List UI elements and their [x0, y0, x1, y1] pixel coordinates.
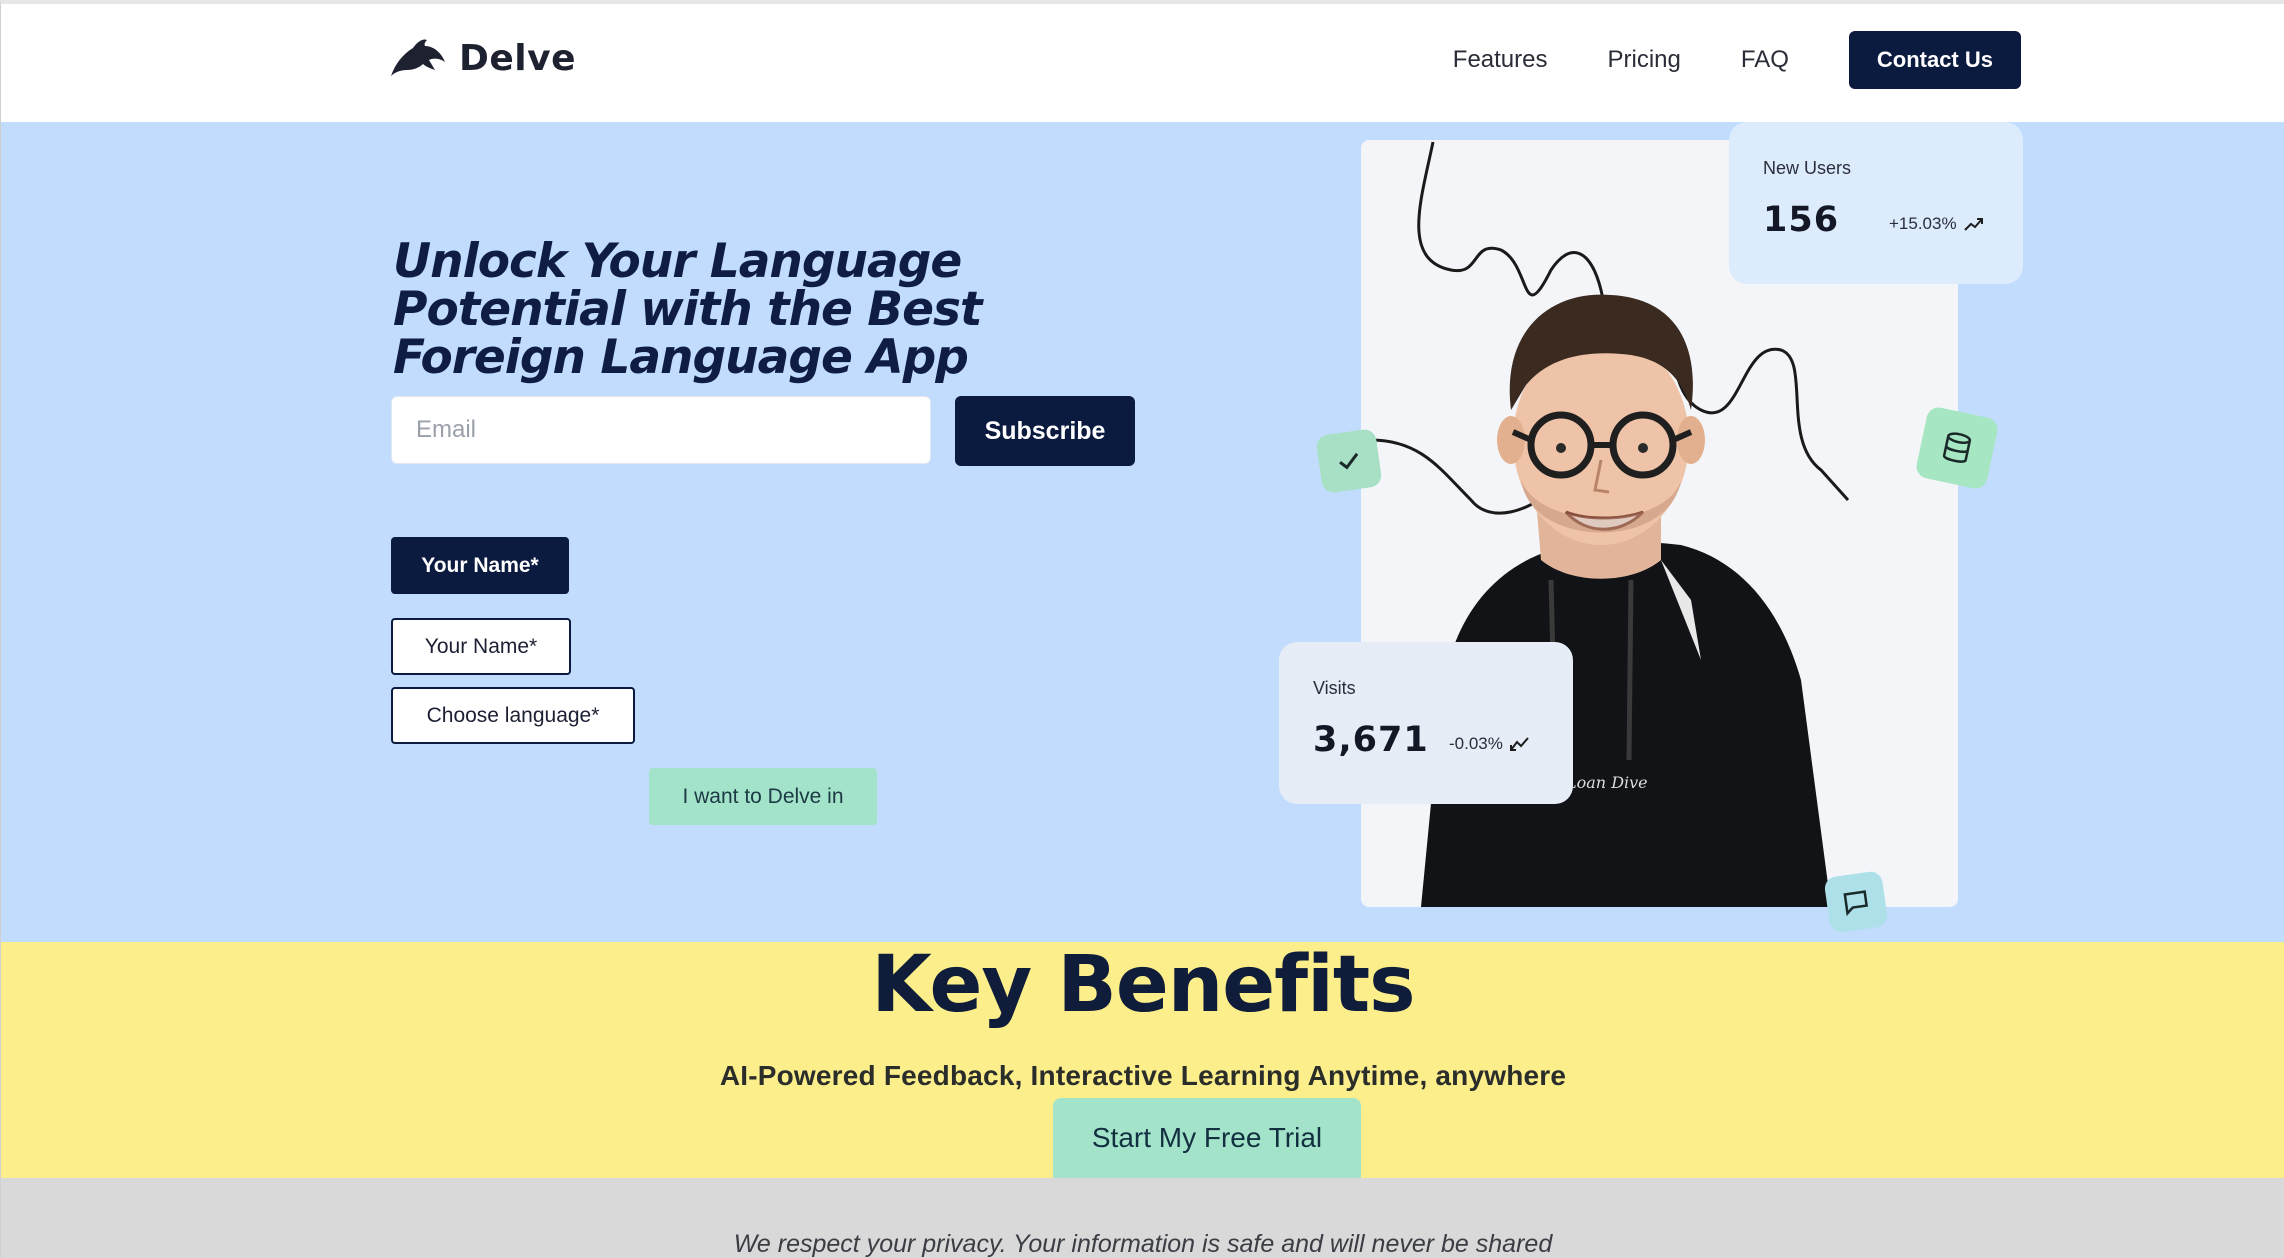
new-users-card: New Users 156 +15.03% — [1729, 122, 2023, 284]
trending-down-icon — [1509, 737, 1529, 751]
hero-section: Unlock Your Language Potential with the … — [0, 122, 2284, 942]
visits-card: Visits 3,671 -0.03% — [1279, 642, 1573, 804]
key-benefits-title: Key Benefits — [871, 940, 1415, 1030]
privacy-notice: We respect your privacy. Your informatio… — [733, 1230, 1553, 1258]
svg-text:Loan Dive: Loan Dive — [1565, 773, 1648, 792]
database-badge — [1914, 405, 2000, 491]
check-icon — [1339, 452, 1359, 470]
hero-title: Unlock Your Language Potential with the … — [393, 234, 982, 385]
your-name-button[interactable]: Your Name* — [391, 537, 569, 594]
chat-badge — [1823, 870, 1889, 934]
dolphin-logo-icon — [391, 39, 445, 76]
visits-label: Visits — [1313, 678, 1356, 698]
privacy-section: We respect your privacy. Your informatio… — [0, 1178, 2284, 1258]
new-users-change: +15.03% — [1889, 214, 1985, 234]
database-icon — [1942, 432, 1972, 463]
visits-change-value: -0.03% — [1449, 734, 1503, 753]
subscribe-button[interactable]: Subscribe — [955, 396, 1135, 466]
trending-up-icon — [1963, 218, 1983, 231]
contact-us-button[interactable]: Contact Us — [1848, 31, 2021, 89]
key-benefits-section: Key Benefits AI-Powered Feedback, Intera… — [0, 940, 2284, 1178]
nav-faq-link[interactable]: FAQ — [1741, 46, 1789, 74]
start-free-trial-button[interactable]: Start My Free Trial — [1053, 1098, 1361, 1178]
visits-value: 3,671 — [1313, 720, 1429, 760]
chat-icon — [1843, 890, 1869, 917]
new-users-change-value: +15.03% — [1889, 214, 1957, 233]
brand-logo[interactable]: Delve — [389, 36, 576, 80]
email-input[interactable] — [391, 396, 931, 464]
key-benefits-subtitle: AI-Powered Feedback, Interactive Learnin… — [719, 1060, 1567, 1091]
page: Delve Features Pricing FAQ Contact Us Un… — [0, 0, 2284, 1258]
new-users-value: 156 — [1763, 200, 1840, 240]
top-navigation-bar: Delve Features Pricing FAQ Contact Us — [0, 0, 2284, 122]
your-name-field[interactable]: Your Name* — [391, 618, 571, 675]
check-badge — [1315, 428, 1383, 494]
brand-name: Delve — [459, 37, 577, 79]
main-nav: Features Pricing FAQ Contact Us — [1453, 31, 2021, 89]
nav-features-link[interactable]: Features — [1453, 46, 1548, 74]
choose-language-select[interactable]: Choose language* — [391, 687, 635, 744]
delve-in-button[interactable]: I want to Delve in — [649, 768, 877, 825]
new-users-label: New Users — [1763, 158, 1852, 178]
nav-pricing-link[interactable]: Pricing — [1608, 46, 1681, 74]
visits-change: -0.03% — [1449, 734, 1531, 754]
